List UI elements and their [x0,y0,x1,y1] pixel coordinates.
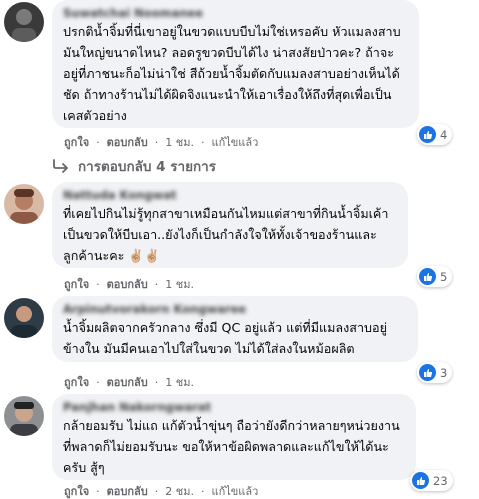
reaction-number: 5 [440,269,448,284]
view-replies-link[interactable]: การตอบกลับ 4 รายการ [52,155,216,177]
comment-author[interactable]: Nattuda Kongwat [63,187,396,203]
comment-text: กล้ายอมรับ ไม่แถ แก้ตัวน้ำขุ่นๆ ถือว่ายั… [63,418,400,475]
like-link[interactable]: ถูกใจ [64,278,89,291]
reaction-count[interactable]: 23 [410,470,453,491]
comment-bubble: Arpinutvorakorn Kongwaree น้ำจิ้มผลิตจาก… [52,296,418,362]
reaction-count[interactable]: 5 [417,266,453,287]
reaction-number: 4 [440,127,448,142]
comment-time[interactable]: 1 ชม. [165,376,194,390]
avatar[interactable] [4,184,44,224]
reply-link[interactable]: ตอบกลับ [107,376,148,389]
thumbs-up-icon [412,472,429,489]
view-replies-label: การตอบกลับ 4 รายการ [78,159,217,175]
thumbs-up-icon [419,364,436,381]
comment-text: ปรกติน้ำจิ้มที่นี่เขาอยู่ในขวดแบบบีบไม่ใ… [63,24,401,123]
reply-arrow-icon [52,159,70,173]
like-link[interactable]: ถูกใจ [64,136,89,149]
comment-author[interactable]: Arpinutvorakorn Kongwaree [63,301,406,317]
edited-label[interactable]: แก้ไขแล้ว [211,136,258,150]
reaction-count[interactable]: 3 [417,362,453,383]
comment-time[interactable]: 1 ชม. [165,278,194,292]
like-link[interactable]: ถูกใจ [64,485,89,498]
reply-link[interactable]: ตอบกลับ [107,136,148,149]
comment-text: น้ำจิ้มผลิตจากครัวกลาง ซึ่งมี QC อยู่แล้… [63,320,387,356]
comment-bubble: Panjhan Nakorngwarat กล้ายอมรับ ไม่แถ แก… [52,394,416,480]
comment-author[interactable]: Panjhan Nakorngwarat [63,399,404,415]
reaction-number: 3 [440,365,448,380]
comment-text: ที่เคยไปกินไม่รู้ทุกสาขาเหมือนกันไหมแต่ส… [63,206,389,263]
comment-author[interactable]: Suwatchai Noomanee [63,5,407,21]
comment-actions: ถูกใจ · ตอบกลับ · 1 ชม. [64,278,194,292]
comment-time[interactable]: 1 ชม. [165,136,194,150]
reply-link[interactable]: ตอบกลับ [107,278,148,291]
comment-actions: ถูกใจ · ตอบกลับ · 1 ชม. · แก้ไขแล้ว [64,136,259,150]
avatar[interactable] [4,298,44,338]
reply-link[interactable]: ตอบกลับ [107,485,148,498]
like-link[interactable]: ถูกใจ [64,376,89,389]
comment-bubble: Nattuda Kongwat ที่เคยไปกินไม่รู้ทุกสาขา… [52,182,408,268]
thumbs-up-icon [419,126,436,143]
thumbs-up-icon [419,268,436,285]
comment-actions: ถูกใจ · ตอบกลับ · 1 ชม. [64,376,194,390]
reaction-number: 23 [433,473,448,488]
avatar[interactable] [4,2,44,42]
reaction-count[interactable]: 4 [417,124,453,145]
avatar[interactable] [4,396,44,436]
comment-bubble: Suwatchai Noomanee ปรกติน้ำจิ้มที่นี่เขา… [52,0,419,128]
